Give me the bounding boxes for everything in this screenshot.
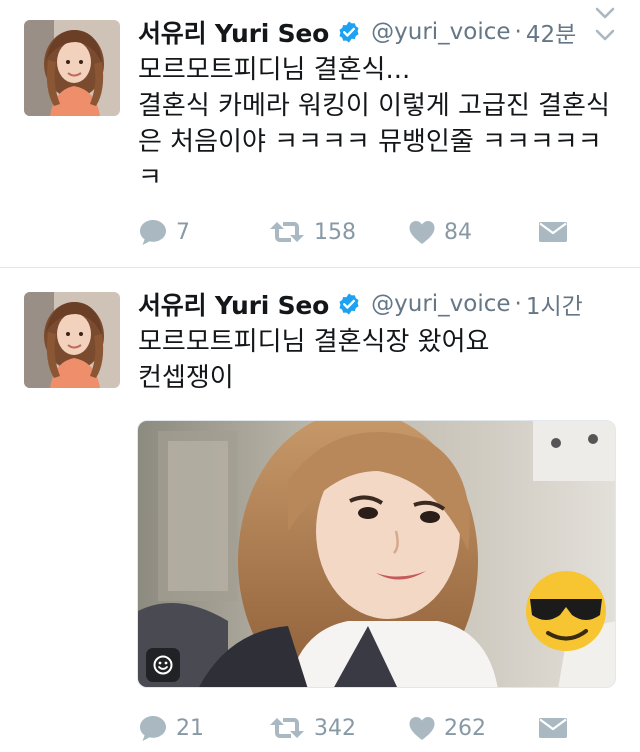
selfie-photo-image <box>138 421 615 687</box>
avatar[interactable] <box>24 20 120 116</box>
like-button[interactable]: 262 <box>408 711 486 745</box>
avatar-image <box>24 292 120 388</box>
like-count: 262 <box>444 715 486 741</box>
tweet-actions: 7 158 84 <box>138 215 578 249</box>
tweet-text-line: 은 처음이야 ㅋㅋㅋㅋ 뮤뱅인줄 ㅋㅋㅋㅋㅋ <box>138 127 602 157</box>
retweet-icon <box>268 715 306 741</box>
separator-dot: · <box>514 19 522 45</box>
timestamp[interactable]: 42분 <box>526 15 576 49</box>
reply-button[interactable]: 7 <box>138 215 190 249</box>
verified-badge-icon <box>337 292 361 316</box>
tweet-text-line: 모르모트피디님 결혼식장 왔어요 <box>138 327 490 357</box>
retweet-button[interactable]: 158 <box>268 215 356 249</box>
sunglasses-emoji-sticker <box>526 571 606 651</box>
reply-bubble-icon <box>138 218 168 246</box>
tweet[interactable]: 서유리 Yuri Seo @yuri_voice · 1시간 모르모트피디님 결… <box>0 268 640 752</box>
tweet-text-line: ㅋ <box>138 163 162 193</box>
envelope-icon <box>538 220 568 244</box>
user-handle[interactable]: @yuri_voice <box>371 291 510 317</box>
direct-message-button[interactable] <box>538 711 568 745</box>
tweet-header: 서유리 Yuri Seo @yuri_voice · 1시간 <box>138 286 583 322</box>
display-name[interactable]: 서유리 Yuri Seo <box>138 286 329 322</box>
reply-button[interactable]: 21 <box>138 711 204 745</box>
tweet-text-line: 결혼식 카메라 워킹이 이렇게 고급진 결혼식 <box>138 91 610 121</box>
heart-icon <box>408 715 436 741</box>
tweet[interactable]: 서유리 Yuri Seo @yuri_voice · 42분 모르모트피디님 결… <box>0 0 640 267</box>
like-count: 84 <box>444 219 472 245</box>
retweet-count: 342 <box>314 715 356 741</box>
avatar-image <box>24 20 120 116</box>
tweet-text-line: 모르모트피디님 결혼식... <box>138 55 411 85</box>
retweet-count: 158 <box>314 219 356 245</box>
heart-icon <box>408 219 436 245</box>
tweet-text-line: 컨셉쟁이 <box>138 363 234 393</box>
reply-bubble-icon <box>138 714 168 742</box>
like-button[interactable]: 84 <box>408 215 472 249</box>
retweet-button[interactable]: 342 <box>268 711 356 745</box>
timestamp[interactable]: 1시간 <box>526 287 583 321</box>
tweet-photo[interactable] <box>137 420 616 688</box>
smiley-icon[interactable] <box>146 648 180 682</box>
retweet-icon <box>268 219 306 245</box>
tweet-header: 서유리 Yuri Seo @yuri_voice · 42분 <box>138 14 576 50</box>
tweet-actions: 21 342 262 <box>138 711 578 745</box>
reply-count: 21 <box>176 715 204 741</box>
chevron-down-icon[interactable] <box>592 0 618 26</box>
direct-message-button[interactable] <box>538 215 568 249</box>
avatar[interactable] <box>24 292 120 388</box>
verified-badge-icon <box>337 20 361 44</box>
display-name[interactable]: 서유리 Yuri Seo <box>138 14 329 50</box>
reply-count: 7 <box>176 219 190 245</box>
tweet-text: 모르모트피디님 결혼식... 결혼식 카메라 워킹이 이렇게 고급진 결혼식 은… <box>138 52 618 196</box>
separator-dot: · <box>514 291 522 317</box>
tweet-text: 모르모트피디님 결혼식장 왔어요 컨셉쟁이 <box>138 324 618 396</box>
envelope-icon <box>538 716 568 740</box>
user-handle[interactable]: @yuri_voice <box>371 19 510 45</box>
